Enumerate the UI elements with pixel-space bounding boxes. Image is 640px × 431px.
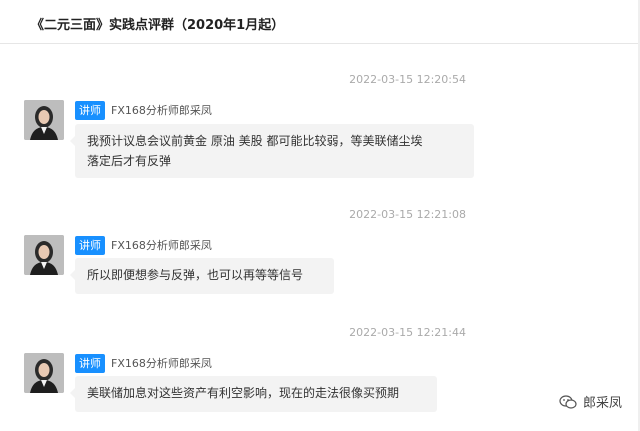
chat-header: 《二元三面》实践点评群（2020年1月起） (0, 0, 640, 44)
message-timestamp: 2022-03-15 12:20:54 (349, 73, 466, 86)
message-bubble: 我预计议息会议前黄金 原油 美股 都可能比较弱，等美联储尘埃 落定后才有反弹 (70, 124, 474, 178)
message-bubble: 所以即便想参与反弹，也可以再等等信号 (70, 258, 334, 294)
avatar-photo-icon (24, 235, 64, 275)
message-text-line: 美联储加息对这些资产有利空影响，现在的走法很像买预期 (87, 386, 400, 400)
avatar-photo-icon (24, 100, 64, 140)
message-text-line: 所以即便想参与反弹，也可以再等等信号 (87, 268, 304, 282)
wechat-official-account-icon (559, 394, 577, 409)
message-timestamp: 2022-03-15 12:21:44 (349, 326, 466, 339)
sender-name[interactable]: FX168分析师郎采凤 (111, 355, 212, 371)
account-watermark: 郎采凤 (559, 392, 622, 411)
lecturer-badge: 讲师 (75, 236, 105, 255)
avatar[interactable] (24, 353, 64, 393)
message-timestamp: 2022-03-15 12:21:08 (349, 208, 466, 221)
lecturer-badge: 讲师 (75, 101, 105, 120)
avatar[interactable] (24, 235, 64, 275)
chat-page: 《二元三面》实践点评群（2020年1月起） 2022-03-15 12:20:5… (0, 0, 640, 431)
message-bubble: 美联储加息对这些资产有利空影响，现在的走法很像买预期 (70, 376, 437, 412)
message-text-line: 落定后才有反弹 (87, 154, 172, 168)
avatar[interactable] (24, 100, 64, 140)
lecturer-badge: 讲师 (75, 354, 105, 373)
group-title: 《二元三面》实践点评群（2020年1月起） (31, 18, 285, 33)
message-text-line: 我预计议息会议前黄金 原油 美股 都可能比较弱，等美联储尘埃 (87, 134, 423, 148)
avatar-photo-icon (24, 353, 64, 393)
sender-name[interactable]: FX168分析师郎采凤 (111, 102, 212, 118)
watermark-label: 郎采凤 (582, 396, 622, 411)
sender-name[interactable]: FX168分析师郎采凤 (111, 237, 212, 253)
